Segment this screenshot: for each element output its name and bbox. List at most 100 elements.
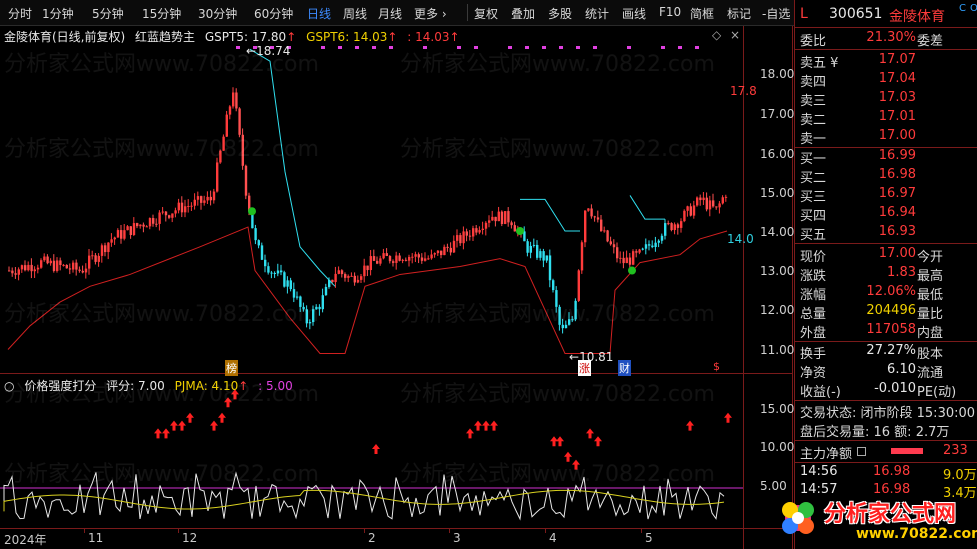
candle-body <box>721 197 724 204</box>
statistics-button[interactable]: 统计 <box>585 5 609 22</box>
overlay-button[interactable]: 叠加 <box>511 5 535 22</box>
candle-body <box>699 197 702 201</box>
candle-body <box>158 212 161 224</box>
main-flow-bar <box>891 448 923 454</box>
signal-dot <box>372 46 376 49</box>
mark-button[interactable]: 标记 <box>727 5 751 22</box>
candle-body <box>94 255 97 262</box>
period-fenshi[interactable]: 分时 <box>8 5 32 22</box>
after-hours-row: 盘后交易量: 16 额: 2.7万 <box>795 421 977 440</box>
candle-body <box>123 230 126 239</box>
tag-s[interactable]: $ <box>713 360 720 373</box>
candle-body <box>673 224 676 231</box>
stat-value: 6.10 <box>887 362 916 377</box>
candle-body <box>542 251 545 261</box>
signal-dot <box>593 46 597 49</box>
candle-body <box>308 322 312 324</box>
candle-body <box>340 270 344 275</box>
stat-row: 涨跌 1.83 最高 <box>795 265 977 284</box>
draw-line-button[interactable]: 画线 <box>622 5 646 22</box>
candle-body <box>452 240 456 253</box>
candle-body <box>497 211 500 222</box>
period-15min[interactable]: 15分钟 <box>142 5 181 22</box>
candle-body <box>174 210 177 214</box>
candle-body <box>667 223 670 225</box>
bid-row: 买二 16.98 <box>795 167 977 186</box>
candle-body <box>273 272 276 274</box>
candle-body <box>212 191 216 201</box>
remove-watchlist-button[interactable]: -自选 <box>762 5 790 22</box>
chart-area[interactable]: 金陵体育(日线,前复权) 红蓝趋势主 GSPT5: 17.80↑ GSPT6: … <box>0 26 795 549</box>
diamond-icon[interactable]: ◇ <box>712 28 721 42</box>
candle-body <box>46 256 49 264</box>
indicator-name[interactable]: 红蓝趋势主 <box>135 30 195 44</box>
signal-dot <box>236 46 240 49</box>
candle-body <box>139 224 142 227</box>
period-monthly[interactable]: 月线 <box>378 5 402 22</box>
y-tick: 15.00 <box>760 186 795 200</box>
candle-body <box>529 245 532 253</box>
expand-icon[interactable] <box>857 447 866 456</box>
sub-indicator-title[interactable]: 价格强度打分 <box>24 379 96 393</box>
candle-body <box>459 235 462 244</box>
signal-arrow <box>482 420 490 431</box>
candle-body <box>193 199 196 206</box>
stat-label: 换手 <box>800 347 827 362</box>
simple-frame-button[interactable]: 简框 <box>690 5 714 22</box>
candle-body <box>619 257 622 259</box>
candle-body <box>24 265 27 271</box>
adjust-button[interactable]: 复权 <box>474 5 498 22</box>
main-flow-row[interactable]: 主力净额 233 <box>795 443 977 462</box>
main-flow-value: 233 <box>943 443 968 458</box>
candle-body <box>580 242 584 271</box>
x-tick <box>364 529 365 533</box>
period-weekly[interactable]: 周线 <box>343 5 367 22</box>
signal-arrow <box>724 412 732 423</box>
sub-chart-toggle-icon[interactable]: ○ <box>4 379 14 393</box>
stat-value: 27.27% <box>866 343 916 358</box>
stock-name[interactable]: 金陵体育 <box>889 6 945 26</box>
candle-body <box>670 223 673 231</box>
multi-stock-button[interactable]: 多股 <box>548 5 572 22</box>
x-label: 3 <box>453 531 461 545</box>
bid-price: 16.94 <box>878 205 916 220</box>
candle-body <box>369 256 372 271</box>
candle-body <box>465 231 468 236</box>
f10-button[interactable]: F10 <box>659 5 681 19</box>
candle-body <box>148 218 152 227</box>
low-annotation: ←10.81 <box>569 350 614 364</box>
x-label: 2024年 <box>4 533 47 547</box>
candle-body <box>494 216 497 222</box>
main-legend: 金陵体育(日线,前复权) 红蓝趋势主 GSPT5: 17.80↑ GSPT6: … <box>4 28 466 45</box>
candle-body <box>443 246 446 256</box>
sub-legend: ○ 价格强度打分 评分: 7.00 PJMA: 4.10↑ : 5.00 <box>4 377 299 394</box>
stat-row: 换手 27.27% 股本 <box>795 343 977 362</box>
signal-arrow <box>170 420 178 431</box>
main-kline-panel[interactable]: 金陵体育(日线,前复权) 红蓝趋势主 GSPT5: 17.80↑ GSPT6: … <box>0 26 795 376</box>
stat-row: 涨幅 12.06% 最低 <box>795 284 977 303</box>
candle-body <box>75 262 78 270</box>
score-line <box>3 471 725 521</box>
candle-body <box>81 270 84 273</box>
corner-c-icon[interactable]: C <box>959 3 966 14</box>
close-icon[interactable]: × <box>730 28 740 42</box>
candle-body <box>593 216 596 218</box>
tick-price: 16.98 <box>873 464 911 479</box>
corner-o-icon[interactable]: O <box>970 3 977 14</box>
period-more[interactable]: 更多 › <box>414 5 447 22</box>
candle-body <box>424 258 427 261</box>
candle-body <box>235 92 238 109</box>
candle-body <box>500 211 504 224</box>
candle-body <box>52 260 56 271</box>
period-30min[interactable]: 30分钟 <box>198 5 237 22</box>
period-60min[interactable]: 60分钟 <box>254 5 293 22</box>
signal-dot <box>321 46 325 49</box>
candle-body <box>254 228 257 241</box>
period-daily[interactable]: 日线 <box>307 5 331 22</box>
candle-body <box>244 165 248 196</box>
y-tick: 13.00 <box>760 264 795 278</box>
period-5min[interactable]: 5分钟 <box>92 5 124 22</box>
score-indicator-panel[interactable]: ○ 价格强度打分 评分: 7.00 PJMA: 4.10↑ : 5.00 15.… <box>0 374 794 549</box>
period-1min[interactable]: 1分钟 <box>42 5 74 22</box>
signal-arrow <box>490 420 498 431</box>
